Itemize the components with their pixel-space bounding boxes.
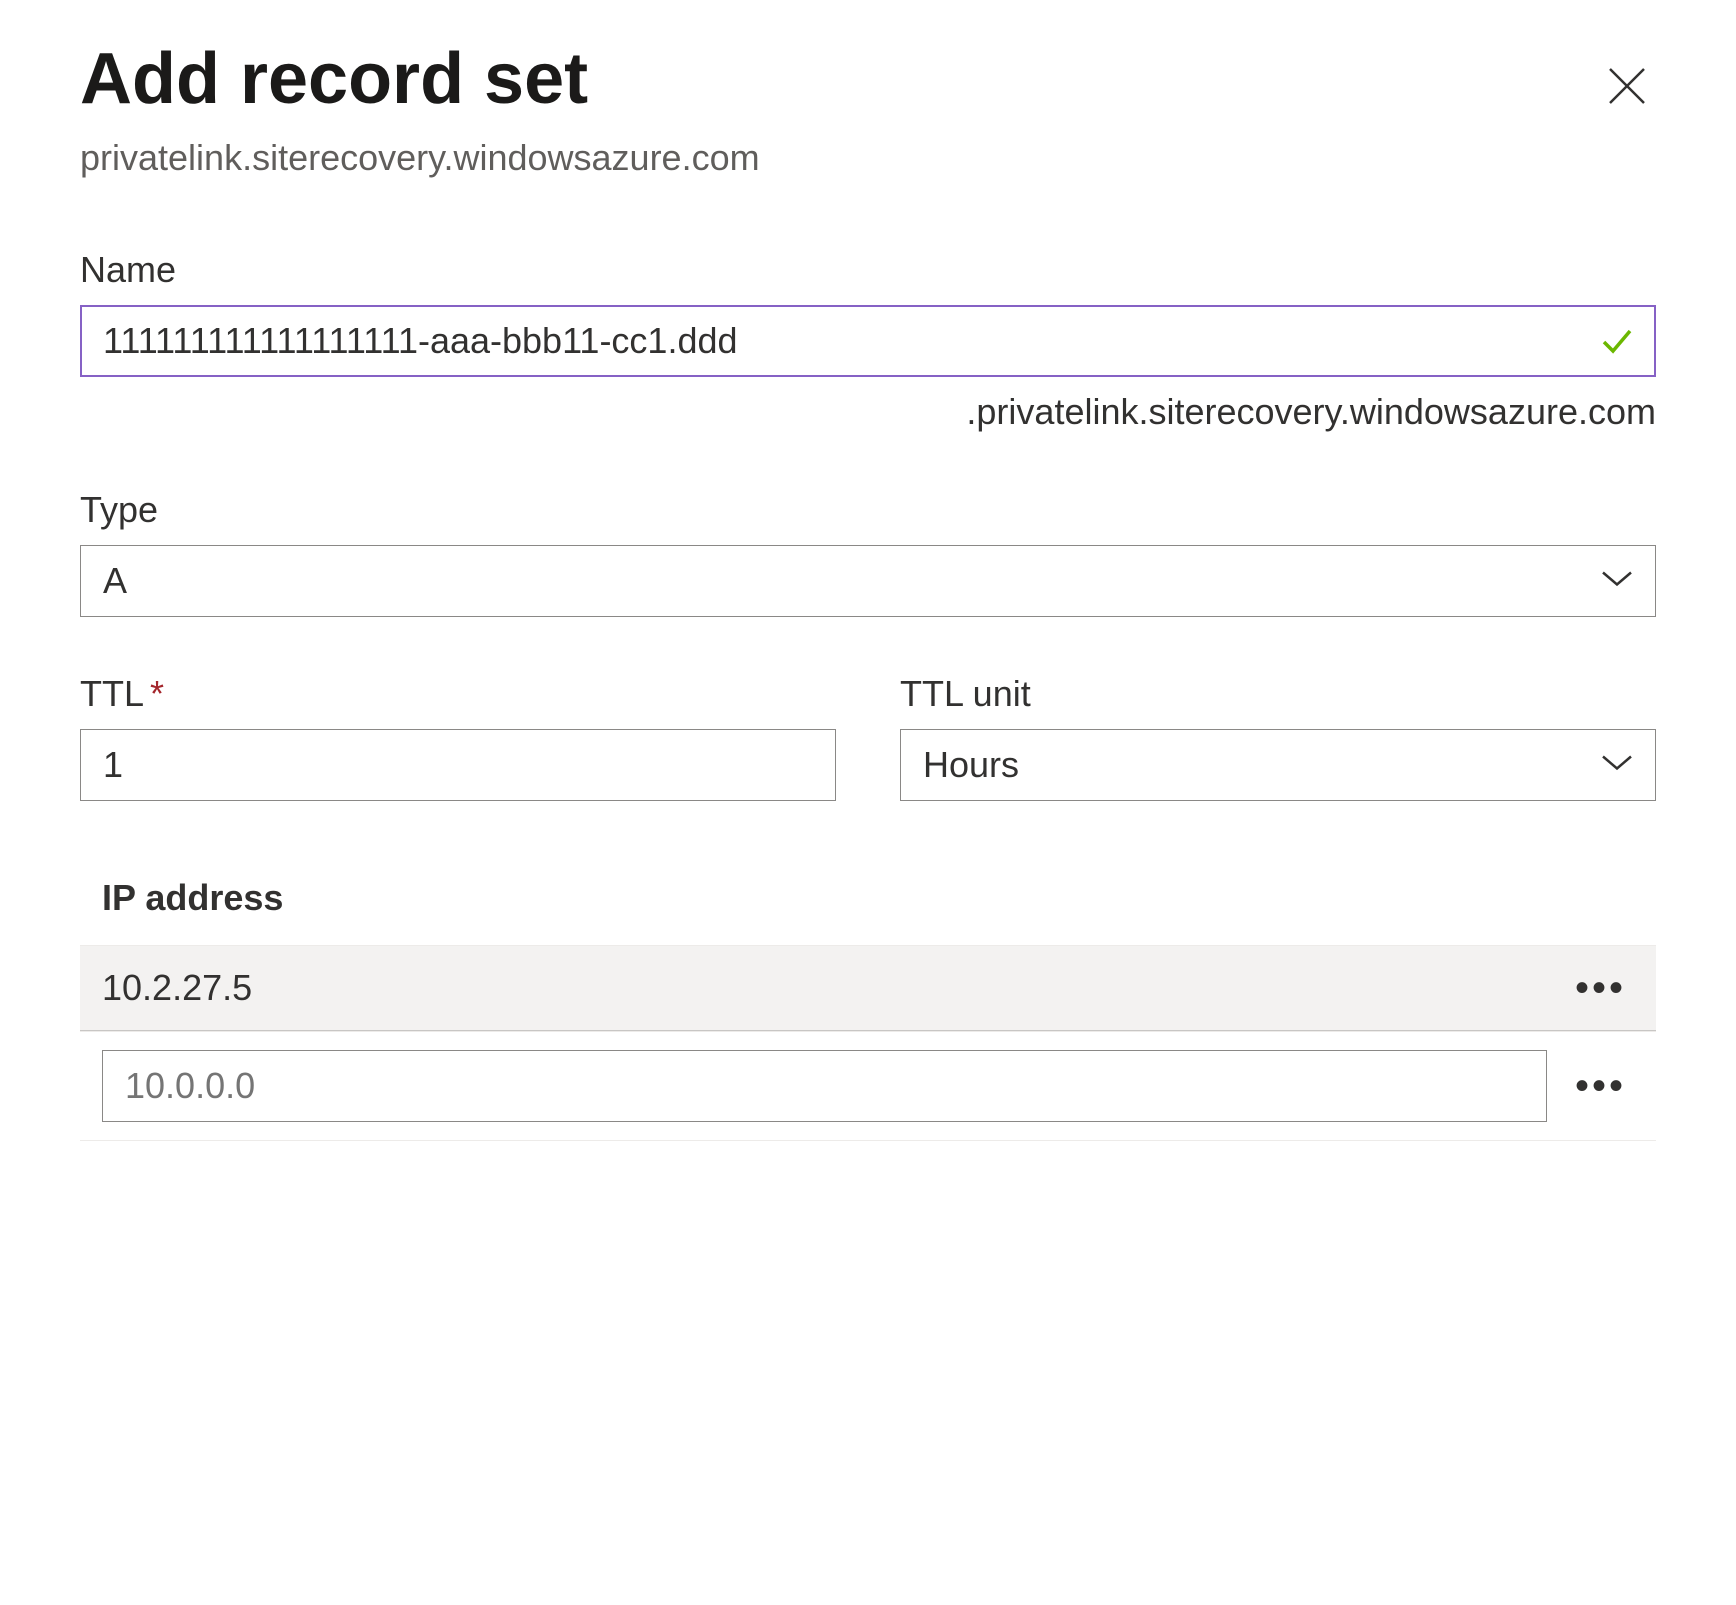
type-select[interactable]: A: [80, 545, 1656, 617]
ip-address-list: 10.2.27.5 ••• •••: [80, 945, 1656, 1141]
ip-input[interactable]: [102, 1050, 1547, 1122]
check-icon: [1600, 324, 1634, 358]
type-select-wrap: A: [80, 545, 1656, 617]
name-input[interactable]: [80, 305, 1656, 377]
ip-row-new: •••: [80, 1031, 1656, 1140]
header-text-block: Add record set privatelink.siterecovery.…: [80, 40, 760, 179]
ttl-unit-select[interactable]: Hours: [900, 729, 1656, 801]
name-suffix: .privatelink.siterecovery.windowsazure.c…: [80, 391, 1656, 433]
ttl-input[interactable]: [80, 729, 836, 801]
panel-subtitle: privatelink.siterecovery.windowsazure.co…: [80, 137, 760, 179]
panel-header: Add record set privatelink.siterecovery.…: [80, 40, 1656, 179]
close-icon: [1606, 65, 1648, 107]
close-button[interactable]: [1598, 52, 1656, 124]
ip-value: 10.2.27.5: [102, 967, 1567, 1009]
add-record-set-panel: Add record set privatelink.siterecovery.…: [0, 0, 1736, 1201]
name-label: Name: [80, 249, 1656, 291]
ttl-label: TTL*: [80, 673, 836, 715]
ttl-field: TTL*: [80, 673, 836, 801]
name-field: Name .privatelink.siterecovery.windowsaz…: [80, 249, 1656, 433]
ip-row-more-button[interactable]: •••: [1567, 968, 1634, 1008]
type-label: Type: [80, 489, 1656, 531]
required-asterisk: *: [150, 673, 164, 714]
form: Name .privatelink.siterecovery.windowsaz…: [80, 249, 1656, 1141]
ttl-unit-select-wrap: Hours: [900, 729, 1656, 801]
ttl-unit-label: TTL unit: [900, 673, 1656, 715]
ttl-unit-field: TTL unit Hours: [900, 673, 1656, 801]
type-field: Type A: [80, 489, 1656, 617]
name-input-wrap: [80, 305, 1656, 377]
ip-section-label: IP address: [102, 877, 1656, 919]
ip-row-existing: 10.2.27.5 •••: [80, 945, 1656, 1031]
more-icon: •••: [1575, 1064, 1626, 1108]
ttl-row: TTL* TTL unit Hours: [80, 673, 1656, 857]
more-icon: •••: [1575, 966, 1626, 1010]
ip-row-more-button[interactable]: •••: [1567, 1066, 1634, 1106]
ttl-label-text: TTL: [80, 673, 144, 714]
panel-title: Add record set: [80, 40, 760, 119]
